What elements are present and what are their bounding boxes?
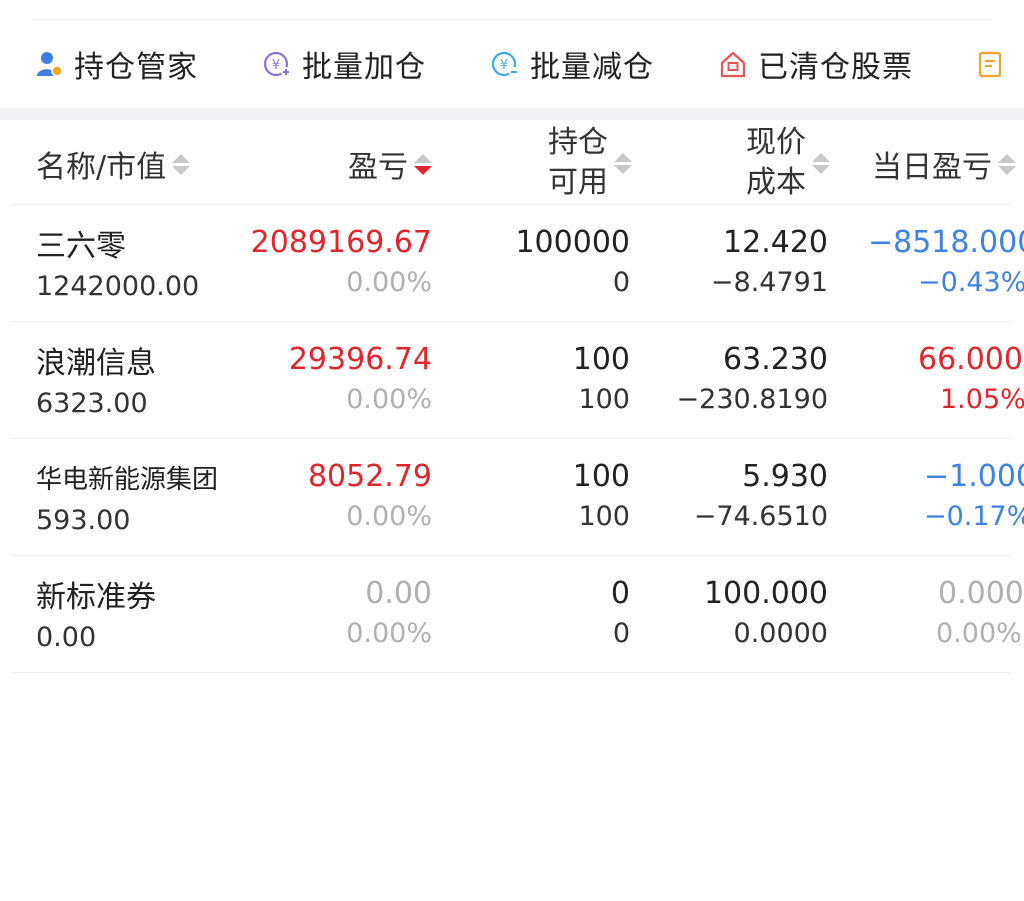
row-divider [12,321,1010,322]
header-label: 持仓 [548,125,608,160]
sort-icon [614,152,632,174]
pnl-percent: 0.00% [346,267,432,298]
header-label: 名称/市值 [36,150,167,185]
svg-text:¥: ¥ [500,58,508,73]
cost-price: −230.8190 [676,384,828,415]
cost-price: 0.0000 [733,618,828,649]
stock-name: 三六零 [36,229,126,264]
batch-add-button[interactable]: ¥ 批量加仓 [262,44,426,85]
position-qty: 100 [572,342,630,377]
header-price[interactable]: 现价 成本 [746,123,830,203]
current-price: 63.230 [723,342,828,377]
sort-desc-icon [414,153,432,175]
position-qty: 100000 [515,225,630,260]
pnl-value: 2089169.67 [250,225,432,260]
cost-price: −74.6510 [693,501,828,532]
header-pnl[interactable]: 盈亏 [348,142,432,186]
header-label: 现价 [746,125,806,160]
day-pnl-value: −8518.000 [868,225,1024,260]
header-label: 盈亏 [348,150,408,185]
pnl-percent: 0.00% [346,384,432,415]
header-name-mv[interactable]: 名称/市值 [36,142,191,186]
table-row[interactable]: 浪潮信息 6323.00 29396.74 0.00% 100 100 63.2… [0,322,1024,439]
current-price: 100.000 [703,576,828,611]
toolbar-item-label: 批量减仓 [530,50,654,85]
current-price: 5.930 [742,459,828,494]
header-day-pnl[interactable]: 当日盈亏 [872,142,1016,186]
user-icon [34,49,64,79]
sort-icon [172,153,191,175]
table-header: 名称/市值 盈亏 持仓 可用 现价 成本 当日盈亏 [0,120,1024,205]
toolbar-item-label: 已清仓股票 [758,50,913,85]
day-pnl-percent: −0.17% [924,501,1024,532]
available-qty: 0 [612,618,630,649]
day-pnl-percent: 0.00% [936,618,1022,649]
day-pnl-value: −1.000 [924,459,1024,494]
sort-icon [812,152,830,174]
position-manager-button[interactable]: 持仓管家 [34,44,198,85]
toolbar: 持仓管家 ¥ 批量加仓 ¥ 批量减仓 已清仓股票 [0,20,1024,108]
pnl-percent: 0.00% [346,501,432,532]
pnl-value: 8052.79 [307,459,432,494]
available-qty: 100 [578,384,630,415]
available-qty: 0 [612,267,630,298]
header-position[interactable]: 持仓 可用 [548,123,632,203]
document-icon [976,49,1006,79]
row-divider [12,438,1010,439]
row-divider [12,672,1010,673]
toolbar-item-label: 批量加仓 [302,50,426,85]
svg-text:¥: ¥ [272,58,280,73]
table-row[interactable]: 新标准券 0.00 0.00 0.00% 0 0 100.000 0.0000 … [0,556,1024,673]
sort-icon [998,153,1016,175]
batch-reduce-button[interactable]: ¥ 批量减仓 [490,44,654,85]
market-value: 6323.00 [36,388,148,419]
day-pnl-value: 0.000 [938,576,1024,611]
pnl-percent: 0.00% [346,618,432,649]
stock-name: 浪潮信息 [36,346,156,381]
toolbar-item-label: 持仓管家 [74,50,198,85]
day-pnl-value: 66.000 [918,342,1023,377]
cleared-stocks-button[interactable]: 已清仓股票 [718,44,913,85]
table-row[interactable]: 华电新能源集团 593.00 8052.79 0.00% 100 100 5.9… [0,439,1024,556]
market-value: 0.00 [36,622,97,653]
more-tool-button[interactable] [976,44,1016,84]
market-value: 1242000.00 [36,271,200,302]
position-qty: 100 [572,459,630,494]
pnl-value: 29396.74 [288,342,432,377]
stock-name: 新标准券 [36,580,156,615]
market-value: 593.00 [36,505,131,536]
current-price: 12.420 [723,225,828,260]
yuan-plus-icon: ¥ [262,49,292,79]
header-label: 当日盈亏 [872,150,992,185]
position-qty: 0 [610,576,630,611]
day-pnl-percent: 1.05% [940,384,1024,415]
stock-name: 华电新能源集团 [36,465,219,495]
available-qty: 100 [578,501,630,532]
header-label: 可用 [548,165,608,200]
day-pnl-percent: −0.43% [918,267,1024,298]
table-row[interactable]: 三六零 1242000.00 2089169.67 0.00% 100000 0… [0,205,1024,322]
cost-price: −8.4791 [710,267,828,298]
row-divider [12,555,1010,556]
house-icon [718,49,748,79]
yuan-minus-icon: ¥ [490,49,520,79]
section-gap [0,108,1024,120]
header-label: 成本 [746,165,806,200]
pnl-value: 0.00 [365,576,432,611]
